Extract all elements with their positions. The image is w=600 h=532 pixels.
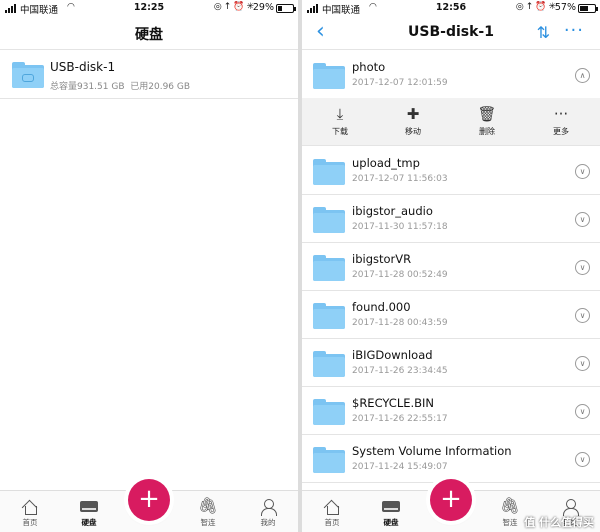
file-date: 2017-11-28 00:52:49	[352, 270, 448, 280]
folder-icon	[313, 207, 345, 233]
more-actions-button[interactable]: ··· 更多	[531, 98, 591, 146]
chevron-down-icon[interactable]: ∨	[575, 356, 590, 371]
battery-icon	[578, 4, 598, 13]
add-button[interactable]: +	[430, 479, 472, 521]
file-row[interactable]: ibigstor_audio 2017-11-30 11:57:18 ∨	[302, 195, 600, 243]
chevron-down-icon[interactable]: ∨	[575, 260, 590, 275]
file-name: $RECYCLE.BIN	[352, 396, 435, 410]
plus-icon: +	[138, 484, 160, 514]
status-icons: ◎↑⏰✳	[515, 2, 558, 12]
add-button[interactable]: +	[128, 479, 170, 521]
home-icon	[312, 496, 352, 516]
file-name: iBIGDownload	[352, 348, 433, 362]
home-icon	[10, 496, 50, 516]
folder-icon	[313, 303, 345, 329]
tab-home[interactable]: 首页	[10, 496, 50, 528]
file-name: ibigstorVR	[352, 252, 412, 266]
chevron-down-icon[interactable]: ∨	[575, 212, 590, 227]
file-row[interactable]: $RECYCLE.BIN 2017-11-26 22:55:17 ∨	[302, 387, 600, 435]
disk-capacity: 总容量931.51 GB	[50, 82, 125, 92]
nav-bar: ‹ USB-disk-1 ⇅ ···	[302, 17, 600, 50]
disk-folder-icon	[12, 62, 44, 88]
file-date: 2017-11-30 11:57:18	[352, 222, 448, 232]
file-row[interactable]: System Volume Information 2017-11-24 15:4…	[302, 435, 600, 483]
folder-icon	[313, 399, 345, 425]
file-name: ibigstor_audio	[352, 204, 433, 218]
tab-disk[interactable]: 硬盘	[69, 496, 109, 528]
page-title: 硬盘	[135, 27, 163, 43]
plus-icon: +	[440, 484, 462, 514]
folder-icon	[313, 159, 345, 185]
disk-name: USB-disk-1	[50, 60, 116, 74]
file-row[interactable]: iBIGDownload 2017-11-26 23:34:45 ∨	[302, 339, 600, 387]
disk-item[interactable]: USB-disk-1 总容量931.51 GB 已用20.96 GB	[0, 51, 298, 99]
file-date: 2017-11-24 15:49:07	[352, 462, 448, 472]
watermark: 值 什么值得买	[524, 516, 594, 529]
paperclip-icon: 🖇︎	[197, 496, 219, 515]
sort-icon[interactable]: ⇅	[537, 23, 550, 42]
file-date: 2017-12-07 12:01:59	[352, 78, 448, 88]
folder-action-bar: ⤓ 下载 ✚ 移动 🗑︎ 删除 ··· 更多	[302, 98, 600, 146]
file-date: 2017-12-07 11:56:03	[352, 174, 448, 184]
move-button[interactable]: ✚ 移动	[383, 98, 443, 146]
disk-used: 已用20.96 GB	[130, 82, 191, 92]
more-icon: ···	[553, 105, 569, 123]
chevron-down-icon[interactable]: ∨	[575, 404, 590, 419]
status-bar: 中国联通 ◠ 12:25 ◎↑⏰✳ 29%	[0, 0, 298, 17]
tab-me[interactable]: 我的	[248, 496, 288, 528]
folder-icon	[313, 255, 345, 281]
battery-percent: 29%	[252, 2, 274, 13]
file-name: upload_tmp	[352, 156, 420, 170]
status-icons: ◎↑⏰✳	[213, 2, 256, 12]
file-row[interactable]: upload_tmp 2017-12-07 11:56:03 ∨	[302, 147, 600, 195]
nav-bar: 硬盘	[0, 17, 298, 50]
tab-home[interactable]: 首页	[312, 496, 352, 528]
user-icon	[248, 496, 288, 516]
hard-disk-icon	[371, 496, 411, 516]
hard-disk-icon	[69, 496, 109, 516]
chevron-up-icon[interactable]: ∧	[575, 68, 590, 83]
file-row[interactable]: photo 2017-12-07 12:01:59 ∧	[302, 51, 600, 99]
right-screen: 中国联通 ◠ 12:56 ◎↑⏰✳ 57% ‹ USB-disk-1 ⇅ ···…	[302, 0, 600, 532]
more-icon[interactable]: ···	[564, 20, 584, 41]
folder-icon	[313, 351, 345, 377]
folder-icon	[313, 63, 345, 89]
trash-icon: 🗑︎	[477, 105, 497, 123]
paperclip-icon: 🖇︎	[499, 496, 521, 515]
tab-disk[interactable]: 硬盘	[371, 496, 411, 528]
tab-bar: 首页 硬盘 + 🖇︎ 智连 我的	[0, 479, 298, 532]
chevron-down-icon[interactable]: ∨	[575, 164, 590, 179]
battery-icon	[276, 4, 296, 13]
file-row[interactable]: ibigstorVR 2017-11-28 00:52:49 ∨	[302, 243, 600, 291]
download-icon: ⤓	[336, 105, 344, 123]
file-date: 2017-11-26 23:34:45	[352, 366, 448, 376]
disk-usage: 总容量931.51 GB 已用20.96 GB	[50, 79, 190, 92]
status-bar: 中国联通 ◠ 12:56 ◎↑⏰✳ 57%	[302, 0, 600, 17]
file-date: 2017-11-28 00:43:59	[352, 318, 448, 328]
chevron-down-icon[interactable]: ∨	[575, 308, 590, 323]
page-title: USB-disk-1	[408, 24, 494, 40]
left-screen: 中国联通 ◠ 12:25 ◎↑⏰✳ 29% 硬盘 USB-disk-1 总容量9…	[0, 0, 298, 532]
file-row[interactable]: found.000 2017-11-28 00:43:59 ∨	[302, 291, 600, 339]
file-name: photo	[352, 60, 386, 74]
user-icon	[550, 496, 590, 516]
file-name: found.000	[352, 300, 411, 314]
file-date: 2017-11-26 22:55:17	[352, 414, 448, 424]
battery-percent: 57%	[554, 2, 576, 13]
delete-button[interactable]: 🗑︎ 删除	[457, 98, 517, 146]
move-icon: ✚	[406, 105, 420, 123]
tab-connect[interactable]: 🖇︎ 智连	[188, 496, 228, 528]
chevron-down-icon[interactable]: ∨	[575, 452, 590, 467]
folder-icon	[313, 447, 345, 473]
download-button[interactable]: ⤓ 下载	[310, 98, 370, 146]
file-name: System Volume Information	[352, 444, 512, 458]
